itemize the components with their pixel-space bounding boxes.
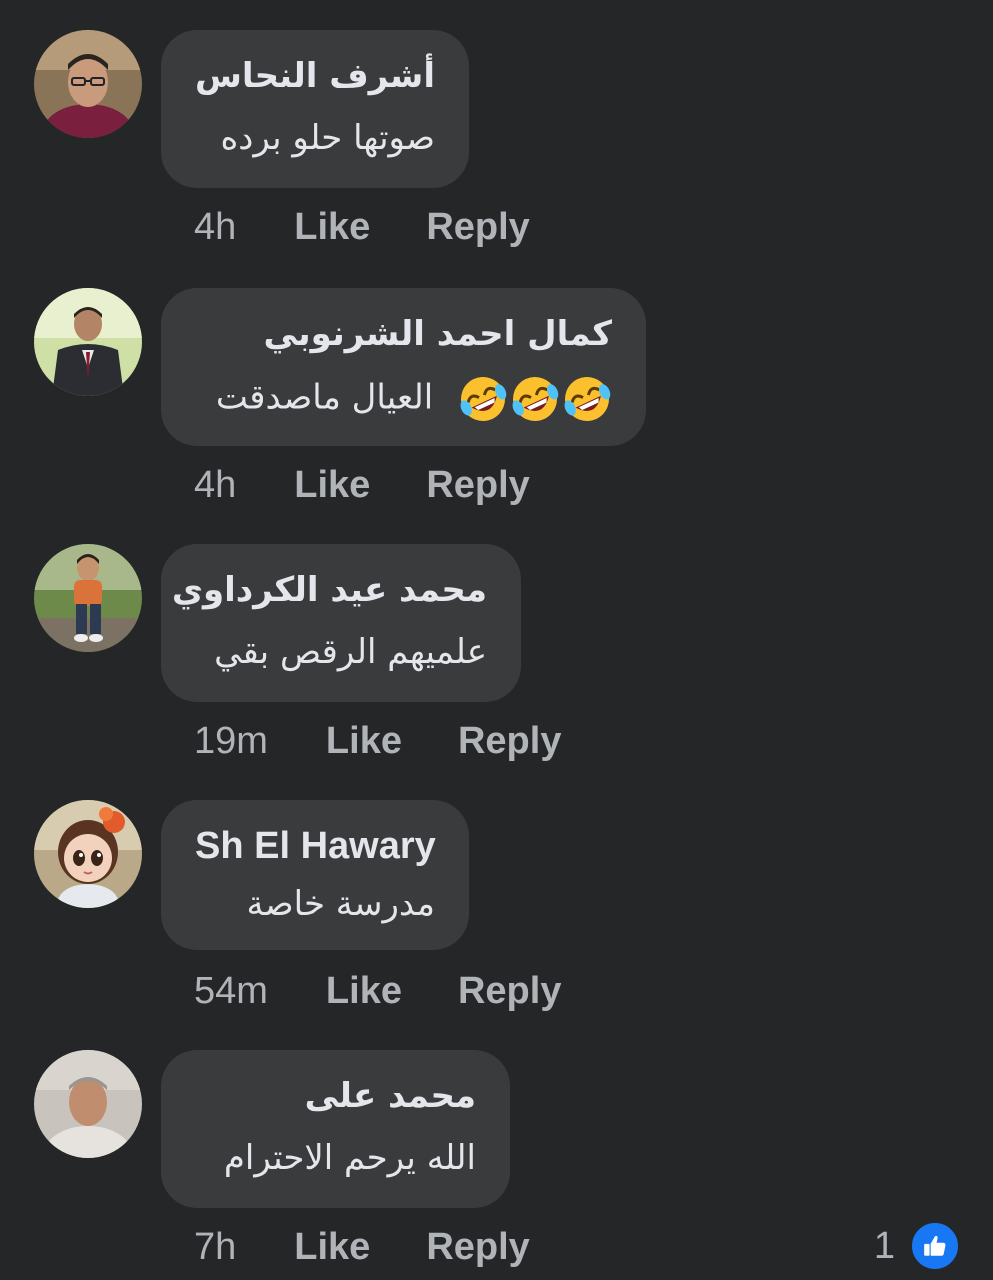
profile-photo-cartoon-girl: [34, 800, 142, 908]
reaction-summary[interactable]: 1: [874, 1220, 961, 1272]
comment-actions: 19m Like Reply: [194, 720, 561, 763]
comment-timestamp[interactable]: 4h: [194, 464, 236, 507]
avatar[interactable]: [34, 800, 142, 908]
comment-actions: 7h Like Reply: [194, 1226, 530, 1269]
comment-author[interactable]: كمال احمد الشرنوبي: [195, 312, 612, 356]
like-button[interactable]: Like: [326, 970, 402, 1013]
comment-author[interactable]: أشرف النحاس: [195, 54, 435, 98]
like-button[interactable]: Like: [326, 720, 402, 763]
reaction-count: 1: [873, 1224, 895, 1267]
profile-photo-man-suit: [34, 288, 142, 396]
reply-button[interactable]: Reply: [426, 206, 529, 249]
avatar[interactable]: [34, 544, 142, 652]
comment-text: علميهم الرقص بقي: [214, 632, 487, 672]
rolling-on-floor-laughing-emoji: [512, 377, 559, 421]
comment-author[interactable]: محمد عيد الكرداوي: [172, 568, 487, 612]
comment-text: الله يرحم الاحترام: [223, 1138, 476, 1178]
comment-actions: 4h Like Reply: [194, 206, 530, 249]
avatar[interactable]: [34, 30, 142, 138]
comment-text-content: العيال ماصدقت: [215, 377, 434, 418]
thumbs-up-icon: [909, 1220, 961, 1272]
profile-photo-child: [34, 544, 142, 652]
avatar[interactable]: [34, 288, 142, 396]
profile-photo-older-man: [34, 1050, 142, 1158]
rolling-on-floor-laughing-emoji: [460, 377, 507, 421]
comment-timestamp[interactable]: 54m: [194, 970, 268, 1013]
comment-timestamp[interactable]: 19m: [194, 720, 268, 763]
comment-bubble: محمد عيد الكرداوي علميهم الرقص بقي: [161, 544, 521, 702]
profile-photo-man-glasses: [34, 30, 142, 138]
reply-button[interactable]: Reply: [426, 1226, 529, 1269]
thumbs-up-icon-glyph: [924, 1235, 946, 1256]
comment-bubble: محمد على الله يرحم الاحترام: [161, 1050, 510, 1208]
comment-text: العيال ماصدقت: [195, 374, 612, 424]
comment-author[interactable]: Sh El Hawary: [195, 824, 436, 868]
like-button[interactable]: Like: [294, 206, 370, 249]
laughing-emoji-group: [458, 374, 612, 424]
comment-actions: 54m Like Reply: [194, 970, 561, 1013]
comment-bubble: أشرف النحاس صوتها حلو برده: [161, 30, 469, 188]
comment-actions: 4h Like Reply: [194, 464, 530, 507]
rolling-on-floor-laughing-emoji: [564, 377, 611, 421]
comment-text: مدرسة خاصة: [246, 884, 435, 924]
avatar[interactable]: [34, 1050, 142, 1158]
like-button[interactable]: Like: [294, 464, 370, 507]
reply-button[interactable]: Reply: [458, 970, 561, 1013]
comment-bubble: كمال احمد الشرنوبي العيال ماصدقت: [161, 288, 646, 446]
comment-timestamp[interactable]: 4h: [194, 206, 236, 249]
comment-bubble: Sh El Hawary مدرسة خاصة: [161, 800, 469, 950]
reply-button[interactable]: Reply: [458, 720, 561, 763]
like-button[interactable]: Like: [294, 1226, 370, 1269]
comment-timestamp[interactable]: 7h: [194, 1226, 236, 1269]
reply-button[interactable]: Reply: [426, 464, 529, 507]
comment-text: صوتها حلو برده: [220, 118, 435, 158]
comment-author[interactable]: محمد على: [195, 1074, 476, 1118]
